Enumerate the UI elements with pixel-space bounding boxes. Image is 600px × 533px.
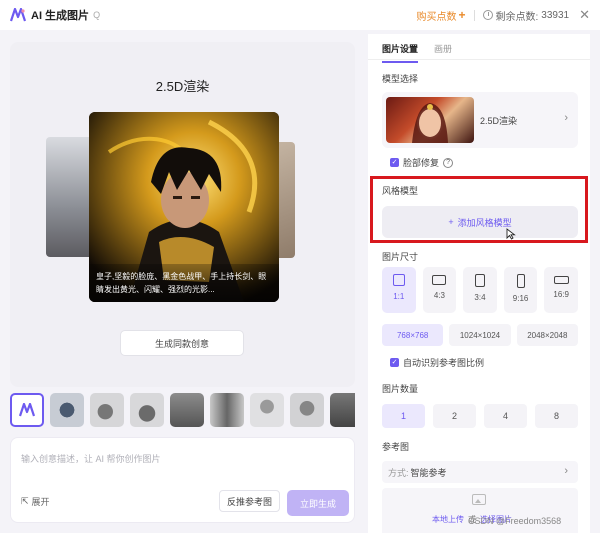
expand-icon: ⇱ xyxy=(21,496,29,506)
settings-tabs: 图片设置 画册 xyxy=(368,34,590,63)
image-count-label: 图片数量 xyxy=(382,384,419,394)
ratio-label: 9:16 xyxy=(512,294,529,303)
plus-icon: + xyxy=(458,8,466,22)
count-option-8[interactable]: 8 xyxy=(535,404,578,428)
image-icon xyxy=(472,494,486,505)
mouse-cursor-icon xyxy=(506,228,516,240)
count-option-4[interactable]: 4 xyxy=(484,404,527,428)
generate-same-button[interactable]: 生成同款创意 xyxy=(120,330,244,356)
count-option-2[interactable]: 2 xyxy=(433,404,476,428)
expand-label: 展开 xyxy=(31,497,50,507)
ai-logo-icon xyxy=(19,403,35,417)
size-option-1024[interactable]: 1024×1024 xyxy=(449,324,511,346)
expand-button[interactable]: ⇱ 展开 xyxy=(21,495,50,508)
ratio-option-9-16[interactable]: 9:16 xyxy=(503,267,538,313)
checkbox-checked-icon[interactable]: ✓ xyxy=(390,358,399,367)
thumbnail-image[interactable] xyxy=(330,393,355,427)
thumbnail-image[interactable] xyxy=(290,393,324,427)
reference-mode-select[interactable]: 方式: 智能参考 › xyxy=(382,461,578,483)
face-fix-checkbox-row[interactable]: ✓ 脸部修复 ? xyxy=(390,156,454,169)
auto-ratio-checkbox-row[interactable]: ✓ 自动识别参考图比例 xyxy=(390,356,484,369)
thumbnail-image[interactable] xyxy=(210,393,244,427)
chevron-right-icon: › xyxy=(564,112,568,124)
model-select-card[interactable]: 2.5D渲染 › xyxy=(382,92,578,148)
preview-main-image[interactable]: 皇子,坚毅的脸庞、黑金色战甲、手上持长剑、眼睛发出黄光、闪耀、强烈的光影... xyxy=(89,112,279,302)
clock-icon xyxy=(482,10,493,20)
ratio-label: 1:1 xyxy=(393,292,405,301)
app-logo-icon xyxy=(10,8,26,22)
resolution-options: 768×768 1024×1024 2048×2048 xyxy=(382,324,578,346)
buy-points-button[interactable]: 购买点数 + xyxy=(416,8,465,23)
title-suffix: Q xyxy=(93,10,101,20)
tab-album[interactable]: 画册 xyxy=(434,42,452,55)
wide-ratio-icon xyxy=(553,276,569,284)
thumbnail-image[interactable] xyxy=(90,393,124,427)
mode-value: 智能参考 xyxy=(410,467,447,478)
model-name: 2.5D渲染 xyxy=(480,116,518,126)
count-option-1[interactable]: 1 xyxy=(382,404,425,428)
reference-label: 参考图 xyxy=(382,442,410,452)
tab-image-settings[interactable]: 图片设置 xyxy=(382,42,419,63)
ratio-option-3-4[interactable]: 3:4 xyxy=(463,267,497,313)
add-style-model-button[interactable]: + 添加风格模型 xyxy=(382,206,578,238)
ratio-option-4-3[interactable]: 4:3 xyxy=(422,267,457,313)
reverse-reference-button[interactable]: 反推参考图 xyxy=(219,490,281,512)
ratio-option-16-9[interactable]: 16:9 xyxy=(544,267,578,313)
model-thumbnail xyxy=(386,97,474,143)
size-option-2048[interactable]: 2048×2048 xyxy=(516,324,578,346)
thumbnail-image[interactable] xyxy=(130,393,164,427)
image-count-options: 1 2 4 8 xyxy=(382,404,578,428)
tall-ratio-icon xyxy=(516,274,525,288)
mode-label: 方式: xyxy=(388,467,409,478)
buy-points-label: 购买点数 xyxy=(416,11,457,23)
header-right: 购买点数 + 剩余点数: 33931 ✕ xyxy=(416,7,590,23)
prompt-input-box[interactable]: 输入创意描述，让 AI 帮你创作图片 ⇱ 展开 反推参考图 立即生成 xyxy=(10,437,355,523)
ratio-label: 16:9 xyxy=(553,290,569,299)
aspect-ratio-options: 1:1 4:3 3:4 9:16 16:9 xyxy=(382,267,578,313)
preview-card: 2.5D渲染 皇子,坚毅的脸庞、黑金色战甲、手上持长剑、眼睛发出黄光、闪耀、强烈… xyxy=(10,42,355,387)
checkbox-checked-icon[interactable]: ✓ xyxy=(390,158,399,167)
face-fix-label: 脸部修复 xyxy=(403,158,440,168)
thumbnail-ai-logo[interactable] xyxy=(10,393,44,427)
ratio-label: 4:3 xyxy=(433,291,445,300)
settings-panel: 图片设置 画册 模型选择 2.5D渲染 › ✓ 脸部修复 ? 风格模型 + 添加… xyxy=(368,34,590,533)
local-upload-link[interactable]: 本地上传 xyxy=(432,514,464,525)
thumbnail-image[interactable] xyxy=(170,393,204,427)
portrait-ratio-icon xyxy=(474,274,485,287)
close-icon[interactable]: ✕ xyxy=(579,7,590,23)
remaining-points: 剩余点数: 33931 xyxy=(482,8,570,23)
watermark-text: CSDN @Freedom3568 xyxy=(468,516,562,526)
thumbnail-image[interactable] xyxy=(50,393,84,427)
preview-title: 2.5D渲染 xyxy=(155,79,210,94)
chevron-right-icon: › xyxy=(564,465,568,477)
preview-caption: 皇子,坚毅的脸庞、黑金色战甲、手上持长剑、眼睛发出黄光、闪耀、强烈的光影... xyxy=(89,264,279,302)
app-title: AI 生成图片 xyxy=(31,10,90,22)
auto-ratio-label: 自动识别参考图比例 xyxy=(403,358,485,368)
image-size-label: 图片尺寸 xyxy=(382,252,419,262)
ratio-option-1-1[interactable]: 1:1 xyxy=(382,267,416,313)
model-portrait xyxy=(412,103,448,143)
remaining-label: 剩余点数: xyxy=(495,11,539,23)
header-divider xyxy=(473,9,475,21)
help-icon[interactable]: ? xyxy=(443,157,454,168)
thumbnail-image[interactable] xyxy=(250,393,284,427)
add-style-label: 添加风格模型 xyxy=(457,217,512,228)
remaining-value: 33931 xyxy=(541,9,570,21)
reference-upload-area[interactable]: 本地上传 或 选择图片 xyxy=(382,488,578,533)
generate-button[interactable]: 立即生成 xyxy=(287,490,349,516)
app-header: AI 生成图片 Q 购买点数 + 剩余点数: 33931 ✕ xyxy=(0,0,600,30)
model-select-label: 模型选择 xyxy=(382,74,419,84)
plus-icon: + xyxy=(448,217,454,227)
style-thumbnail-strip xyxy=(10,393,355,429)
size-option-768[interactable]: 768×768 xyxy=(382,324,444,346)
landscape-ratio-icon xyxy=(432,275,447,285)
ratio-label: 3:4 xyxy=(474,293,486,302)
square-ratio-icon xyxy=(392,274,405,286)
style-model-label: 风格模型 xyxy=(382,186,419,196)
prompt-placeholder: 输入创意描述，让 AI 帮你创作图片 xyxy=(21,454,161,464)
